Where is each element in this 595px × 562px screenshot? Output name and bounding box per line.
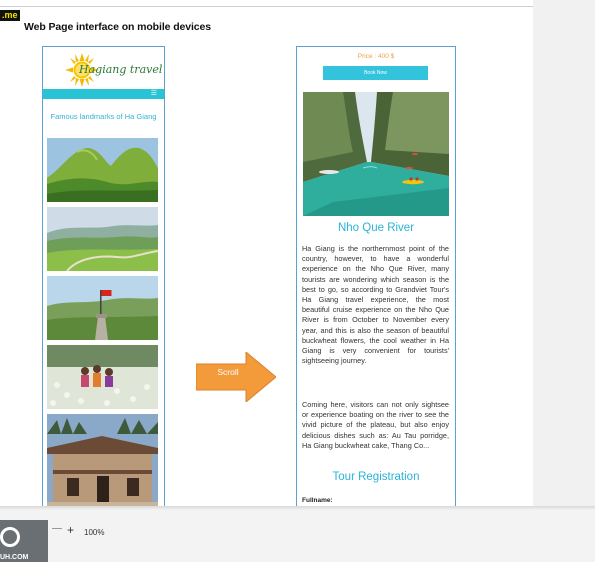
mobile-homepage-mockup: Hagiang travel ☰ Famous landmarks of Ha …	[42, 46, 165, 513]
watermark-text: UH.COM	[0, 554, 29, 561]
river-title: Nho Que River	[337, 222, 415, 234]
bar-shadow	[0, 506, 595, 510]
mobile-detail-page-mockup: Price : 400 $ Book Now Nho Que River Ha …	[296, 46, 456, 513]
scroll-arrow-icon	[196, 352, 276, 402]
landmarks-heading: Famous landmarks of Ha Giang	[50, 112, 157, 121]
document-heading: Web Page interface on mobile devices	[24, 21, 212, 33]
book-now-button[interactable]: Book Now	[323, 66, 428, 80]
nho-que-river-photo	[303, 92, 449, 216]
twin-hills-photo	[47, 138, 158, 202]
nav-menu-bar: ☰	[43, 89, 164, 99]
tour-registration-heading: Tour Registration	[332, 471, 420, 483]
description-paragraph-1: Ha Giang is the northernmost point of th…	[302, 244, 449, 366]
fullname-label: Fullname:	[302, 497, 333, 504]
zoom-slider[interactable]	[52, 528, 62, 529]
children-flowers-photo	[47, 345, 158, 409]
site-logo[interactable]: Hagiang travel	[65, 53, 162, 91]
valley-road-photo	[47, 207, 158, 271]
logo-text: Hagiang travel	[79, 63, 163, 76]
viewer-margin	[533, 0, 595, 506]
top-divider	[0, 6, 533, 7]
watermark-ring-icon	[0, 527, 20, 547]
menu-icon[interactable]: ☰	[151, 90, 157, 97]
description-paragraph-2: Coming here, visitors can not only sight…	[302, 400, 449, 450]
flag-tower-photo	[47, 276, 158, 340]
zoom-level: 100%	[84, 528, 105, 537]
zoom-in-button[interactable]: +	[67, 524, 74, 536]
tour-price: Price : 400 $	[357, 53, 395, 60]
corner-tag: .me	[0, 10, 20, 21]
scroll-label: Scroll	[217, 367, 239, 377]
old-house-photo	[47, 414, 158, 512]
